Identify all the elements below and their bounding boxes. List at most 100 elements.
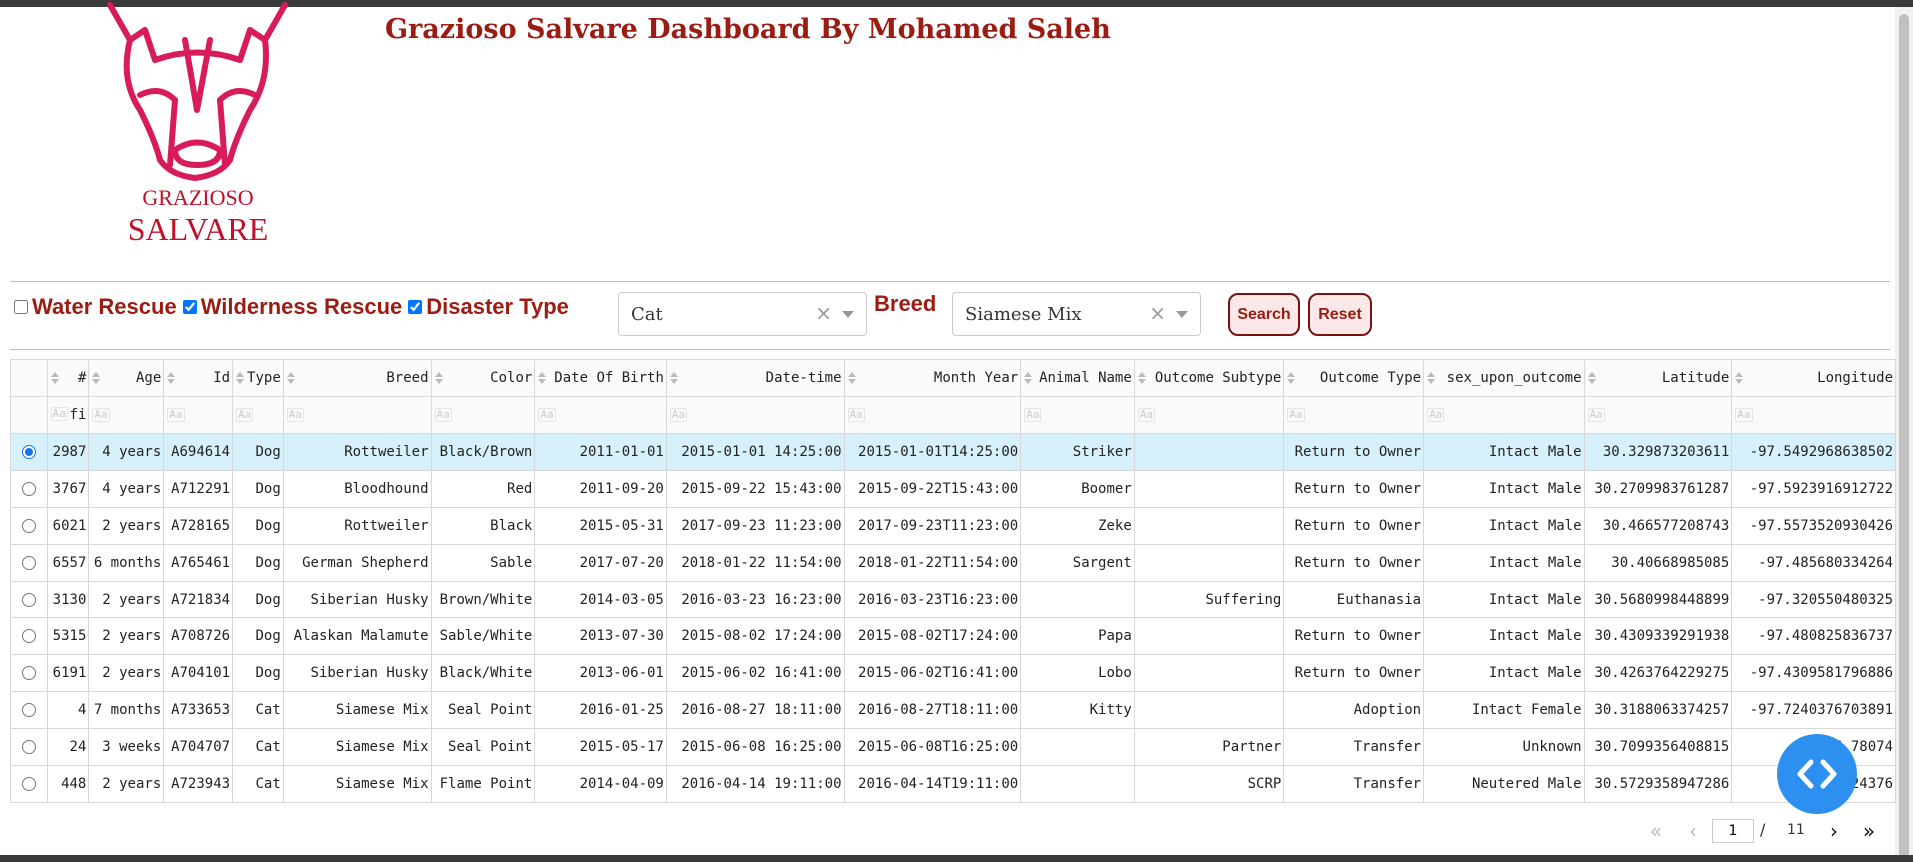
row-select-cell[interactable] [10, 728, 48, 767]
sort-icon[interactable] [50, 372, 59, 386]
disaster-type-checkbox[interactable] [408, 300, 423, 314]
row-radio[interactable] [21, 444, 36, 459]
breed-dropdown[interactable]: Siamese Mix × [952, 292, 1201, 336]
table-row[interactable]: 448 2 years A723943 Cat Siamese Mix Flame Poi… [10, 765, 1896, 803]
row-select-cell[interactable] [10, 654, 48, 693]
reset-button[interactable]: Reset [1308, 293, 1372, 336]
column-filter-outcome[interactable]: Aa [1283, 396, 1425, 434]
column-header-lat[interactable]: Latitude [1583, 359, 1733, 397]
column-header-datetime[interactable]: Date-time [665, 359, 845, 397]
previous-page-button[interactable]: ‹ [1680, 818, 1706, 846]
chevron-down-icon[interactable] [1176, 311, 1188, 318]
column-filter-datetime[interactable]: Aa [665, 396, 845, 434]
sort-icon[interactable] [286, 372, 295, 386]
sort-icon[interactable] [1427, 372, 1436, 386]
first-page-button[interactable]: « [1643, 818, 1669, 846]
column-filter-dob[interactable]: Aa [534, 396, 667, 434]
column-header-name[interactable]: Animal Name [1020, 359, 1135, 397]
clear-type-icon[interactable]: × [815, 301, 832, 325]
column-filter-lon[interactable]: Aa [1731, 396, 1896, 434]
row-select-cell[interactable] [10, 691, 48, 730]
column-filter-lat[interactable]: Aa [1583, 396, 1733, 434]
cell-breed: German Shepherd [282, 543, 432, 582]
sort-icon[interactable] [1024, 372, 1033, 386]
row-radio[interactable] [21, 592, 36, 607]
sort-icon[interactable] [669, 372, 678, 386]
sort-icon[interactable] [434, 372, 443, 386]
next-page-button[interactable]: › [1821, 818, 1847, 846]
sort-icon[interactable] [236, 372, 245, 386]
page-number-input[interactable]: 1 [1712, 819, 1754, 843]
disaster-type-option[interactable]: Disaster Type [406, 294, 569, 320]
column-header-id[interactable]: Id [163, 359, 234, 397]
wilderness-rescue-checkbox[interactable] [182, 300, 197, 314]
row-select-cell[interactable] [10, 433, 48, 471]
column-header-outcome[interactable]: Outcome Type [1283, 359, 1425, 397]
column-header-type[interactable]: Type [232, 359, 284, 397]
row-radio[interactable] [21, 629, 36, 644]
sort-icon[interactable] [1735, 372, 1744, 386]
column-filter-age[interactable]: Aa [88, 396, 165, 434]
column-filter-sex[interactable]: Aa [1423, 396, 1585, 434]
last-page-button[interactable]: » [1856, 818, 1882, 846]
table-row[interactable]: 47 months A733653 Cat Siamese Mix Seal Point… [10, 691, 1896, 730]
column-filter-name[interactable]: Aa [1020, 396, 1135, 434]
clear-breed-icon[interactable]: × [1149, 301, 1166, 325]
row-select-cell[interactable] [10, 617, 48, 656]
row-select-cell[interactable] [10, 580, 48, 619]
sort-icon[interactable] [92, 372, 101, 386]
row-radio[interactable] [21, 703, 36, 718]
sort-icon[interactable] [1287, 372, 1296, 386]
row-radio[interactable] [21, 555, 36, 570]
column-header-monthyear[interactable]: Month Year [843, 359, 1022, 397]
column-header-color[interactable]: Color [430, 359, 536, 397]
table-row[interactable]: 6191 2 years A704101 Dog Siberian Husky Black… [10, 654, 1896, 693]
table-row[interactable]: 24 3 weeks A704707 Cat Siamese Mix Seal Point… [10, 728, 1896, 767]
code-toggle-button[interactable] [1777, 734, 1857, 814]
row-select-cell[interactable] [10, 506, 48, 545]
column-header-subtype[interactable]: Outcome Subtype [1133, 359, 1285, 397]
sort-icon[interactable] [1137, 372, 1146, 386]
search-button[interactable]: Search [1228, 293, 1300, 336]
table-row[interactable]: 3767 4 years A712291 Dog Bloodhound Red 2011-0… [10, 469, 1896, 508]
sort-icon[interactable] [538, 372, 547, 386]
scrollbar-thumb[interactable] [1899, 14, 1909, 859]
column-filter-subtype[interactable]: Aa [1133, 396, 1285, 434]
column-header-lon[interactable]: Longitude [1731, 359, 1896, 397]
column-filter-monthyear[interactable]: Aa [843, 396, 1022, 434]
animal-type-dropdown[interactable]: Cat × [618, 292, 867, 336]
chevron-down-icon[interactable] [842, 311, 854, 318]
sort-icon[interactable] [847, 372, 856, 386]
water-rescue-checkbox[interactable] [14, 300, 28, 314]
page-scrollbar[interactable] [1895, 7, 1913, 859]
column-header-dob[interactable]: Date Of Birth [534, 359, 667, 397]
row-select-cell[interactable] [10, 469, 48, 508]
table-row[interactable]: 6021 2 years A728165 Dog Rottweiler Black 2015… [10, 506, 1896, 545]
column-header-sex[interactable]: sex_upon_outcome [1423, 359, 1585, 397]
column-header-num[interactable]: # [46, 359, 90, 397]
column-filter-breed[interactable]: Aa [282, 396, 432, 434]
cell-name: Boomer [1020, 469, 1135, 508]
table-row[interactable]: 3130 2 years A721834 Dog Siberian Husky Brown… [10, 580, 1896, 619]
table-row[interactable]: 2987 4 years A694614 Dog Rottweiler Black/Bro… [10, 433, 1896, 471]
table-row[interactable]: 6557 6 months A765461 Dog German Shepherd Sab… [10, 543, 1896, 582]
column-header-breed[interactable]: Breed [282, 359, 432, 397]
row-radio[interactable] [21, 776, 36, 791]
sort-icon[interactable] [167, 372, 176, 386]
cell-subtype [1133, 506, 1285, 545]
column-filter-color[interactable]: Aa [430, 396, 536, 434]
column-filter-type[interactable]: Aa [232, 396, 284, 434]
column-filter-num[interactable]: Aa fi [46, 396, 90, 434]
row-select-cell[interactable] [10, 543, 48, 582]
row-radio[interactable] [21, 481, 36, 496]
wilderness-rescue-option[interactable]: Wilderness Rescue [181, 294, 402, 320]
row-radio[interactable] [21, 518, 36, 533]
column-filter-id[interactable]: Aa [163, 396, 234, 434]
row-radio[interactable] [21, 666, 36, 681]
table-row[interactable]: 5315 2 years A708726 Dog Alaskan Malamute Sab… [10, 617, 1896, 656]
row-select-cell[interactable] [10, 765, 48, 803]
row-radio[interactable] [21, 740, 36, 755]
sort-icon[interactable] [1587, 372, 1596, 386]
column-header-age[interactable]: Age [88, 359, 165, 397]
water-rescue-option[interactable]: Water Rescue [12, 294, 177, 320]
